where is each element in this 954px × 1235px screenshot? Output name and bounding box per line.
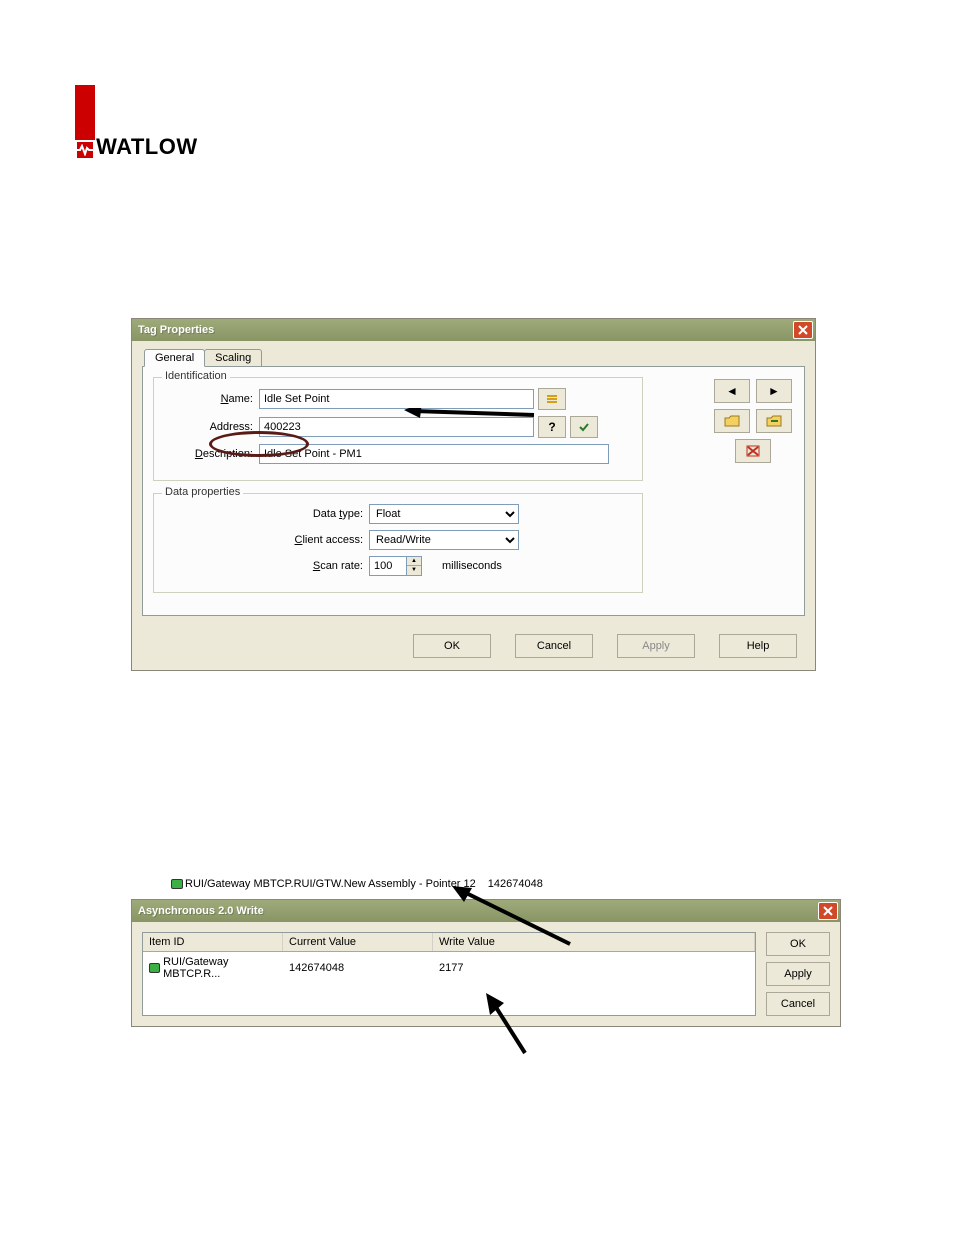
help-button[interactable]: Help — [719, 634, 797, 658]
scan-rate-input[interactable] — [370, 557, 406, 575]
col-current-value[interactable]: Current Value — [283, 933, 433, 951]
tree-path: RUI/Gateway MBTCP.RUI/GTW.New Assembly -… — [185, 878, 476, 890]
nav-button-group: ◄ ► — [714, 379, 792, 463]
scan-rate-spinner[interactable]: ▲ ▼ — [369, 556, 422, 576]
cell-current-value: 142674048 — [283, 954, 433, 982]
spinner-down-icon[interactable]: ▼ — [407, 566, 421, 575]
tag-properties-dialog: Tag Properties General Scaling Identific… — [131, 318, 816, 671]
col-write-value[interactable]: Write Value — [433, 933, 755, 951]
dialog2-button-column: OK Apply Cancel — [766, 932, 830, 1016]
identification-legend: Identification — [162, 370, 230, 382]
ok-button-2[interactable]: OK — [766, 932, 830, 956]
cancel-button-2[interactable]: Cancel — [766, 992, 830, 1016]
ok-button[interactable]: OK — [413, 634, 491, 658]
dialog-title: Tag Properties — [138, 324, 214, 336]
tag-icon — [149, 963, 160, 973]
tab-general[interactable]: General — [144, 349, 205, 367]
cancel-button[interactable]: Cancel — [515, 634, 593, 658]
data-properties-group: Data properties Data type: Float Client … — [153, 493, 643, 593]
scan-rate-label: Scan rate: — [164, 560, 369, 572]
tab-panel-general: Identification Name: Address: ? — [142, 366, 805, 616]
triangle-right-icon: ► — [768, 384, 780, 398]
name-label: Name: — [164, 393, 259, 405]
folder-icon — [724, 415, 740, 427]
col-item-id[interactable]: Item ID — [143, 933, 283, 951]
tab-strip: General Scaling — [144, 349, 805, 367]
name-input[interactable] — [259, 389, 534, 409]
address-help-button[interactable]: ? — [538, 416, 566, 438]
scan-rate-unit: milliseconds — [442, 560, 502, 572]
async-write-dialog: Asynchronous 2.0 Write Item ID Current V… — [131, 899, 841, 1027]
delete-icon — [746, 445, 760, 457]
dialog2-title: Asynchronous 2.0 Write — [138, 905, 264, 917]
cell-item-id: RUI/Gateway MBTCP.R... — [143, 954, 283, 982]
list-row[interactable]: RUI/Gateway MBTCP.R... 142674048 2177 — [143, 952, 755, 984]
tag-icon — [171, 879, 183, 889]
new-folder-button[interactable] — [714, 409, 750, 433]
tree-value: 142674048 — [488, 878, 543, 890]
brand-text: WATLOW — [96, 134, 198, 160]
address-input[interactable] — [259, 417, 534, 437]
description-input[interactable] — [259, 444, 609, 464]
brand-logo: WATLOW — [75, 85, 198, 160]
dialog2-titlebar[interactable]: Asynchronous 2.0 Write — [132, 900, 840, 922]
address-label: Address: — [164, 421, 259, 433]
triangle-left-icon: ◄ — [726, 384, 738, 398]
client-access-select[interactable]: Read/Write — [369, 530, 519, 550]
delete-button[interactable] — [735, 439, 771, 463]
dialog-footer: OK Cancel Apply Help — [132, 624, 815, 670]
description-label: Description: — [164, 448, 259, 460]
data-properties-legend: Data properties — [162, 486, 243, 498]
next-button[interactable]: ► — [756, 379, 792, 403]
dialog-titlebar[interactable]: Tag Properties — [132, 319, 815, 341]
name-hint-button[interactable] — [538, 388, 566, 410]
logo-pulse-icon — [75, 140, 95, 160]
data-type-select[interactable]: Float — [369, 504, 519, 524]
apply-button-2[interactable]: Apply — [766, 962, 830, 986]
apply-button[interactable]: Apply — [617, 634, 695, 658]
copy-folder-button[interactable] — [756, 409, 792, 433]
close-button[interactable] — [793, 321, 813, 339]
folder-copy-icon — [766, 415, 782, 427]
write-list: Item ID Current Value Write Value RUI/Ga… — [142, 932, 756, 1016]
list-header: Item ID Current Value Write Value — [143, 933, 755, 952]
tab-scaling[interactable]: Scaling — [204, 349, 262, 367]
client-access-label: Client access: — [164, 534, 369, 546]
data-type-label: Data type: — [164, 508, 369, 520]
prev-button[interactable]: ◄ — [714, 379, 750, 403]
tree-item[interactable]: RUI/Gateway MBTCP.RUI/GTW.New Assembly -… — [171, 878, 543, 890]
cell-write-value[interactable]: 2177 — [433, 954, 755, 982]
spinner-up-icon[interactable]: ▲ — [407, 557, 421, 566]
close-button-2[interactable] — [818, 902, 838, 920]
identification-group: Identification Name: Address: ? — [153, 377, 643, 481]
address-check-button[interactable] — [570, 416, 598, 438]
